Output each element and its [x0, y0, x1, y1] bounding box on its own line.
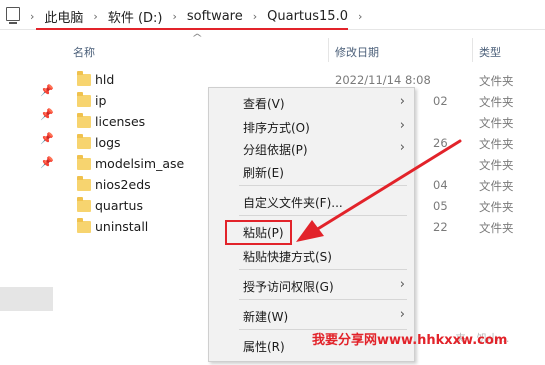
submenu-arrow-icon: ›	[399, 140, 405, 155]
chevron-right-icon[interactable]: ›	[247, 10, 263, 23]
chevron-right-icon[interactable]: ›	[352, 10, 368, 23]
file-name: quartus	[95, 198, 143, 213]
menu-item-give-access[interactable]: 授予访问权限(G) ›	[209, 275, 414, 296]
file-type: 文件夹	[479, 179, 514, 193]
pin-icon[interactable]: 📌	[40, 132, 54, 145]
folder-icon	[77, 71, 91, 86]
menu-item-customize-folder[interactable]: 自定义文件夹(F)...	[209, 191, 414, 212]
submenu-arrow-icon: ›	[399, 118, 405, 133]
menu-item-group-by[interactable]: 分组依据(P) ›	[209, 138, 414, 159]
paste-highlight-box	[225, 220, 292, 245]
file-name: modelsim_ase	[95, 156, 185, 171]
file-type: 文件夹	[479, 221, 514, 235]
column-header-date[interactable]: 修改日期	[335, 44, 379, 60]
file-type: 文件夹	[479, 137, 514, 151]
folder-icon	[77, 218, 91, 233]
file-name: licenses	[95, 114, 146, 129]
menu-item-view[interactable]: 查看(V) ›	[209, 92, 414, 113]
file-date: 26	[433, 136, 448, 150]
menu-separator	[239, 269, 407, 270]
menu-item-label: 查看(V)	[243, 97, 285, 111]
file-type: 文件夹	[479, 200, 514, 214]
menu-item-label: 刷新(E)	[243, 166, 284, 180]
menu-item-refresh[interactable]: 刷新(E)	[209, 161, 414, 182]
folder-icon	[77, 92, 91, 107]
chevron-right-icon: ›	[30, 9, 35, 23]
file-type: 文件夹	[479, 74, 514, 88]
file-name: logs	[95, 135, 121, 150]
file-type: 文件夹	[479, 158, 514, 172]
menu-item-label: 自定义文件夹(F)...	[243, 196, 343, 210]
file-name: uninstall	[95, 219, 149, 234]
file-type: 文件夹	[479, 116, 514, 130]
menu-item-sort-by[interactable]: 排序方式(O) ›	[209, 116, 414, 137]
watermark: 我要分享网www.hhkxxw.com	[312, 333, 508, 348]
sort-chevron-up-icon: ^	[191, 33, 204, 44]
submenu-arrow-icon: ›	[399, 277, 405, 292]
column-divider[interactable]	[328, 38, 329, 62]
menu-separator	[239, 215, 407, 216]
file-date: 02	[433, 94, 448, 108]
chevron-right-icon[interactable]: ›	[87, 10, 103, 23]
chevron-right-icon[interactable]: ›	[167, 10, 183, 23]
submenu-arrow-icon: ›	[399, 94, 405, 109]
breadcrumb-this-pc[interactable]: 此电脑	[40, 7, 87, 26]
column-header-name[interactable]: 名称	[73, 44, 95, 60]
pin-icon[interactable]: 📌	[40, 84, 54, 97]
folder-icon	[77, 155, 91, 170]
pin-icon[interactable]: 📌	[40, 108, 54, 121]
menu-separator	[239, 185, 407, 186]
menu-item-paste-shortcut[interactable]: 粘贴快捷方式(S)	[209, 245, 414, 266]
folder-icon	[77, 176, 91, 191]
column-divider[interactable]	[472, 38, 473, 62]
file-date: 2022/11/14 8:08	[335, 73, 431, 87]
address-bar[interactable]: › 此电脑 › 软件 (D:) › software › Quartus15.0…	[0, 0, 545, 30]
menu-item-label: 粘贴快捷方式(S)	[243, 250, 332, 264]
menu-item-label: 新建(W)	[243, 310, 289, 324]
folder-icon	[77, 113, 91, 128]
file-type: 文件夹	[479, 95, 514, 109]
breadcrumb-quartus[interactable]: Quartus15.0	[263, 9, 352, 24]
menu-item-label: 属性(R)	[243, 340, 285, 354]
file-name: nios2eds	[95, 177, 151, 192]
highlight-underline	[36, 28, 348, 30]
folder-icon	[77, 134, 91, 149]
menu-separator	[239, 299, 407, 300]
menu-item-label: 分组依据(P)	[243, 143, 308, 157]
column-header-type[interactable]: 类型	[479, 44, 501, 60]
breadcrumb: › 此电脑 › 软件 (D:) › software › Quartus15.0…	[24, 6, 368, 26]
menu-item-label: 排序方式(O)	[243, 121, 310, 135]
file-date: 05	[433, 199, 448, 213]
file-name: ip	[95, 93, 107, 108]
submenu-arrow-icon: ›	[399, 307, 405, 322]
breadcrumb-software[interactable]: software	[183, 9, 247, 24]
computer-icon	[6, 7, 20, 24]
file-date: 04	[433, 178, 448, 192]
breadcrumb-drive-d[interactable]: 软件 (D:)	[104, 7, 167, 26]
folder-icon	[77, 197, 91, 212]
menu-item-label: 授予访问权限(G)	[243, 280, 334, 294]
file-name: hld	[95, 72, 115, 87]
nav-selected-item[interactable]	[0, 287, 53, 311]
menu-item-new[interactable]: 新建(W) ›	[209, 305, 414, 326]
pin-icon[interactable]: 📌	[40, 156, 54, 169]
file-date: 22	[433, 220, 448, 234]
